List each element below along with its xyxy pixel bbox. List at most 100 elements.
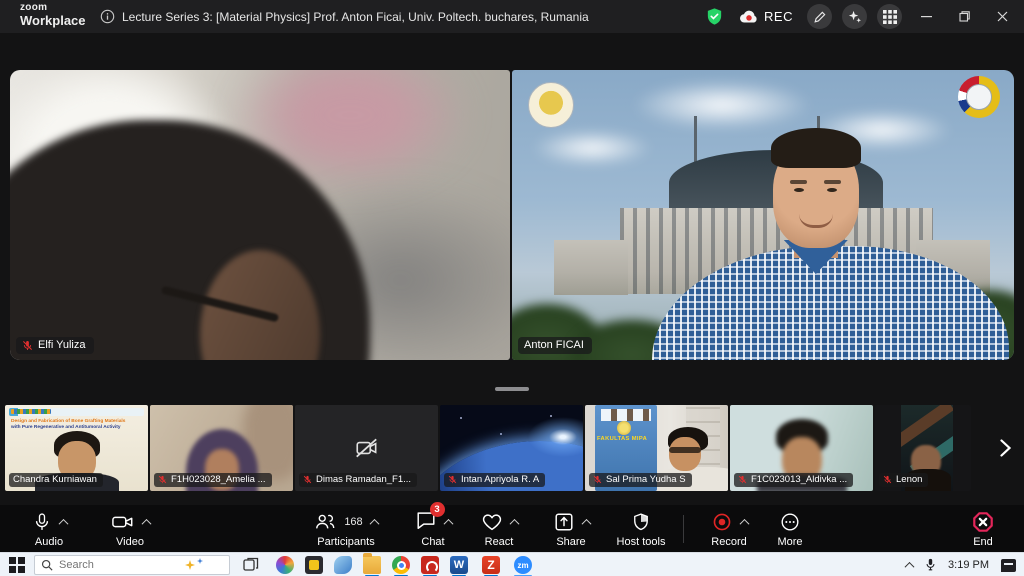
share-screen-icon	[553, 511, 575, 533]
close-icon	[997, 11, 1008, 22]
start-button[interactable]	[9, 557, 25, 573]
participants-options-caret[interactable]	[369, 518, 379, 528]
search-input[interactable]	[59, 559, 179, 571]
more-button[interactable]: More	[766, 510, 814, 548]
record-button[interactable]: Record	[698, 510, 760, 548]
end-button[interactable]: End	[960, 510, 1006, 548]
action-center-icon[interactable]	[1001, 559, 1016, 572]
participant-name-tag: Chandra Kurniawan	[9, 473, 103, 487]
app-icon-zotero[interactable]: Z	[482, 556, 500, 574]
logo-text-zoom: zoom	[20, 3, 86, 13]
annotate-button[interactable]	[807, 4, 832, 29]
host-tools-button[interactable]: Host tools	[608, 510, 674, 548]
host-tools-label: Host tools	[617, 536, 666, 548]
taskbar-clock[interactable]: 3:19 PM	[948, 559, 989, 571]
ai-companion-button[interactable]	[842, 4, 867, 29]
tile-sal[interactable]: FAKULTAS MIPA Sal Prima Yudha S	[585, 405, 728, 491]
meeting-toolbar: Audio Video 168 Parti	[0, 505, 1024, 552]
hidden-icons-caret[interactable]	[905, 561, 915, 571]
participant-name-tag: Lenon	[879, 473, 928, 487]
maximize-button[interactable]	[950, 0, 978, 33]
view-layout-button[interactable]	[877, 4, 902, 29]
chat-button[interactable]: 3 Chat	[402, 510, 464, 548]
record-icon	[711, 511, 733, 533]
search-highlights-icon	[185, 560, 195, 570]
record-options-caret[interactable]	[739, 518, 749, 528]
muted-mic-icon	[883, 475, 892, 484]
app-icon-zoom[interactable]: zm	[514, 556, 532, 574]
titlebar: zoom Workplace Lecture Series 3: [Materi…	[0, 0, 1024, 33]
audio-button[interactable]: Audio	[18, 510, 80, 548]
app-icon-designer[interactable]	[276, 556, 294, 574]
anton-video-scene	[512, 70, 1014, 360]
participant-name-tag: Sal Prima Yudha S	[589, 473, 692, 487]
fakultas-mipa-banner: FAKULTAS MIPA	[597, 435, 669, 441]
politehnica-bucuresti-emblem	[958, 76, 1000, 118]
muted-mic-icon	[448, 475, 457, 484]
search-icon	[41, 559, 53, 571]
participant-name-tag: Intan Apriyola R. A	[444, 473, 545, 487]
recording-indicator[interactable]: REC	[738, 9, 793, 25]
windows-taskbar: W Z zm 3:19 PM	[0, 552, 1024, 576]
share-label: Share	[556, 536, 585, 548]
share-button[interactable]: Share	[540, 510, 602, 548]
tile-amelia[interactable]: F1H023028_Amelia ...	[150, 405, 293, 491]
meeting-info: Lecture Series 3: [Material Physics] Pro…	[100, 0, 589, 33]
minimize-icon	[921, 11, 932, 22]
tile-dimas[interactable]: Dimas Ramadan_F1...	[295, 405, 438, 491]
security-shield-icon[interactable]	[705, 7, 724, 26]
meeting-title: Lecture Series 3: [Material Physics] Pro…	[122, 10, 589, 24]
video-button[interactable]: Video	[98, 510, 162, 548]
main-video-elfi[interactable]: Elfi Yuliza	[10, 70, 510, 360]
share-options-caret[interactable]	[581, 518, 591, 528]
app-icon-word[interactable]: W	[450, 556, 468, 574]
close-button[interactable]	[988, 0, 1016, 33]
participant-name-tag: F1C023013_Aldivka ...	[734, 473, 853, 487]
participants-button[interactable]: 168 Participants	[298, 510, 394, 548]
cloud-recording-icon	[738, 9, 760, 25]
more-label: More	[777, 536, 802, 548]
muted-mic-icon	[303, 475, 312, 484]
speaker-name: Anton FICAI	[524, 339, 584, 351]
muted-mic-icon	[158, 475, 167, 484]
microphone-icon	[32, 511, 52, 533]
tray-microphone-icon[interactable]	[925, 558, 936, 572]
app-icon-acrobat[interactable]	[421, 556, 439, 574]
react-options-caret[interactable]	[509, 518, 519, 528]
participant-name-tag: Dimas Ramadan_F1...	[299, 473, 417, 487]
zoom-meeting-window: zoom Workplace Lecture Series 3: [Materi…	[0, 0, 1024, 576]
titlebar-controls: REC	[705, 0, 1016, 33]
app-icon-onedrive[interactable]	[334, 556, 352, 574]
info-icon[interactable]	[100, 9, 115, 24]
tile-intan[interactable]: Intan Apriyola R. A	[440, 405, 583, 491]
chat-options-caret[interactable]	[443, 518, 453, 528]
heart-react-icon	[481, 511, 503, 533]
host-tools-shield-icon	[631, 511, 651, 533]
video-camera-icon	[111, 511, 135, 533]
app-icon-chrome[interactable]	[392, 556, 410, 574]
speaker-name: Elfi Yuliza	[38, 339, 86, 351]
chevron-right-icon	[999, 439, 1011, 457]
speaker-name-tag: Elfi Yuliza	[16, 337, 94, 354]
tile-aldivka[interactable]: F1C023013_Aldivka ...	[730, 405, 873, 491]
more-ellipsis-icon	[779, 511, 801, 533]
minimize-button[interactable]	[912, 0, 940, 33]
participants-count: 168	[344, 516, 362, 528]
logo-text-workplace: Workplace	[20, 14, 86, 27]
video-options-caret[interactable]	[141, 518, 151, 528]
task-view-button[interactable]	[243, 557, 259, 573]
filmstrip-drag-handle[interactable]	[495, 387, 529, 391]
app-icon-file-explorer[interactable]	[363, 556, 381, 574]
taskbar-search-box[interactable]	[34, 555, 230, 575]
end-meeting-icon	[972, 511, 994, 533]
audio-options-caret[interactable]	[58, 518, 68, 528]
tile-lenon[interactable]: Lenon	[875, 405, 971, 491]
end-label: End	[973, 536, 993, 548]
react-button[interactable]: React	[470, 510, 528, 548]
maximize-icon	[959, 11, 970, 22]
app-icon-sticky-notes[interactable]	[305, 556, 323, 574]
main-video-anton[interactable]: Anton FICAI	[512, 70, 1014, 360]
filmstrip-next-button[interactable]	[992, 435, 1018, 461]
tile-chandra[interactable]: Design and Fabrication of Bone Grafting …	[5, 405, 148, 491]
participants-label: Participants	[317, 536, 374, 548]
